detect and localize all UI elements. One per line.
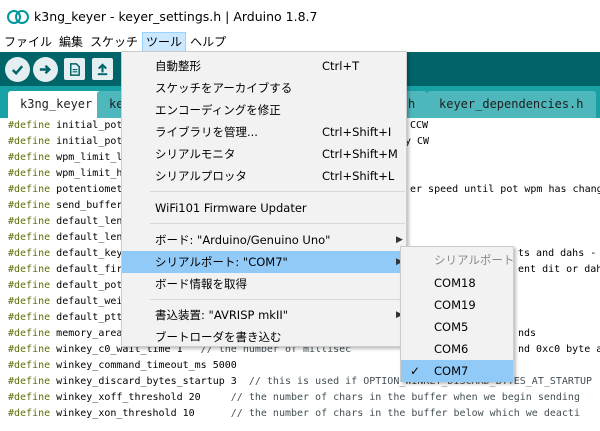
menu-item-archive-sketch[interactable]: スケッチをアーカイブする xyxy=(122,77,406,99)
menu-file[interactable]: ファイル xyxy=(1,32,55,52)
tools-menu: 自動整形 Ctrl+T スケッチをアーカイブする エンコーディングを修正 ライブラ… xyxy=(121,51,407,347)
tab-k3ng-keyer[interactable]: k3ng_keyer xyxy=(8,91,105,118)
port-item-com5[interactable]: COM5 xyxy=(401,316,513,338)
tab-keyer-dependencies[interactable]: keyer_dependencies.h xyxy=(427,91,596,118)
menu-edit[interactable]: 編集 xyxy=(56,32,86,52)
arduino-logo-icon xyxy=(7,10,29,24)
code-line: #define default_key xyxy=(8,248,123,259)
code-line-tail: er speed until pot wpm has change xyxy=(410,184,600,195)
code-line: #define potentiomet xyxy=(8,184,123,195)
submenu-header: シリアルポート xyxy=(434,253,515,267)
code-line: #define winkey_xon_threshold 10 // the n… xyxy=(8,408,580,419)
menu-item-serial-plotter[interactable]: シリアルプロッタ Ctrl+Shift+L xyxy=(122,165,406,187)
menu-item-auto-format[interactable]: 自動整形 Ctrl+T xyxy=(122,55,406,77)
code-line: #define default_pot xyxy=(8,280,123,291)
menu-item-board[interactable]: ボード: "Arduino/Genuino Uno" ▶ xyxy=(122,229,406,251)
menu-tools[interactable]: ツール xyxy=(142,32,187,52)
menu-separator xyxy=(150,223,405,224)
code-line: #define default_fir xyxy=(8,264,123,275)
code-line: #define memory_area xyxy=(8,328,123,339)
menu-bar: ファイル 編集 スケッチ ツール ヘルプ xyxy=(0,32,600,52)
code-line: #define default_wei xyxy=(8,296,123,307)
menu-item-fix-encoding[interactable]: エンコーディングを修正 xyxy=(122,99,406,121)
open-sketch-icon[interactable] xyxy=(92,58,113,80)
code-line: #define wpm_limit_l xyxy=(8,152,123,163)
code-line-tail: ts and dahs - fo xyxy=(518,248,597,259)
port-item-com18[interactable]: COM18 xyxy=(401,272,513,294)
code-line: #define send_buffer xyxy=(8,200,123,211)
code-line-tail: CCW xyxy=(410,120,429,131)
code-line: #define initial_pot xyxy=(8,136,123,147)
menu-item-wifi101-updater[interactable]: WiFi101 Firmware Updater xyxy=(122,197,406,219)
upload-icon[interactable] xyxy=(33,57,58,82)
code-line-tail: y CW xyxy=(405,136,430,147)
code-line: #define default_len xyxy=(8,216,123,227)
serial-port-submenu: シリアルポート COM18 COM19 COM5 COM6 ✓ COM7 xyxy=(400,246,514,382)
menu-item-manage-libraries[interactable]: ライブラリを管理... Ctrl+Shift+I xyxy=(122,121,406,143)
checkmark-icon: ✓ xyxy=(410,364,421,378)
port-item-com7[interactable]: ✓ COM7 xyxy=(401,360,513,382)
code-line: #define winkey_xoff_threshold 20 // the … xyxy=(8,392,580,403)
menu-item-serial-port[interactable]: シリアルポート: "COM7"▶ xyxy=(122,251,406,273)
new-sketch-icon[interactable] xyxy=(64,58,85,80)
menu-help[interactable]: ヘルプ xyxy=(187,32,229,52)
code-line: #define wpm_limit_h xyxy=(8,168,123,179)
window-title: k3ng_keyer - keyer_settings.h | Arduino … xyxy=(34,8,318,24)
verify-icon[interactable] xyxy=(5,57,30,82)
menu-item-serial-monitor[interactable]: シリアルモニタ Ctrl+Shift+M xyxy=(122,143,406,165)
port-item-com6[interactable]: COM6 xyxy=(401,338,513,360)
menu-separator xyxy=(150,299,405,300)
code-line: #define winkey_command_timeout_ms 5000 xyxy=(8,360,237,371)
code-line-tail: nd 0xc0 byte af xyxy=(518,344,600,355)
code-line: #define default_len xyxy=(8,232,123,243)
code-line: #define default_ptt xyxy=(8,312,123,323)
menu-item-programmer[interactable]: 書込装置: "AVRISP mkII"▶ xyxy=(122,304,406,326)
port-item-com19[interactable]: COM19 xyxy=(401,294,513,316)
menu-item-burn-bootloader[interactable]: ブートローダを書き込む xyxy=(122,326,406,348)
menu-sketch[interactable]: スケッチ xyxy=(87,32,141,52)
menu-separator xyxy=(150,191,405,192)
code-line-tail: nds xyxy=(518,328,537,339)
code-line-tail: ent dit or dah xyxy=(518,264,600,275)
menu-item-board-info[interactable]: ボード情報を取得 xyxy=(122,273,406,295)
title-bar: k3ng_keyer - keyer_settings.h | Arduino … xyxy=(0,0,600,32)
code-line: #define initial_pot xyxy=(8,120,123,131)
